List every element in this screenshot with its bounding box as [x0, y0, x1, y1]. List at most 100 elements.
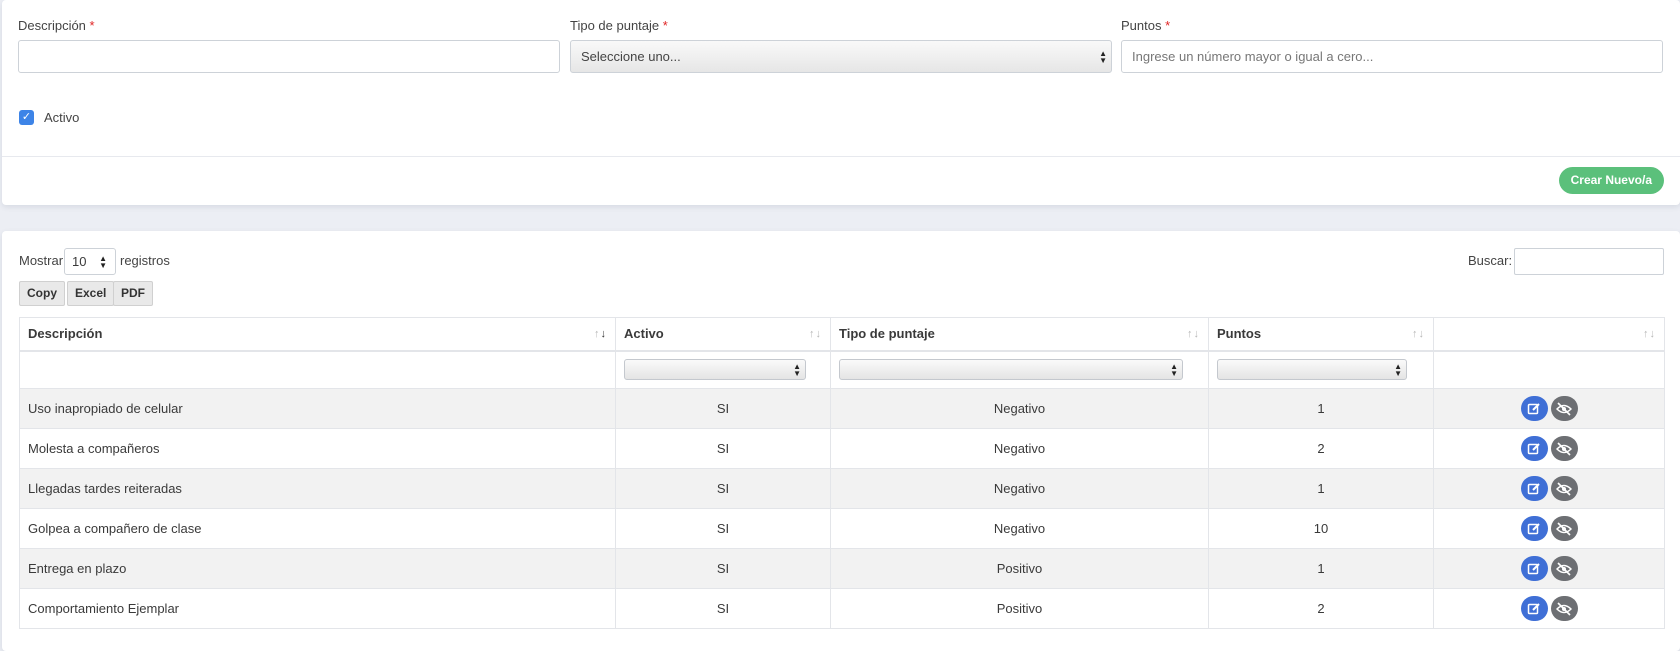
- table-card: Mostrar 10 ▲ ▼ registros Buscar: Copy Exc…: [2, 231, 1680, 651]
- select-arrows-icon: ▲ ▼: [1394, 361, 1402, 378]
- page-length-value: 10: [72, 254, 87, 269]
- hide-button[interactable]: [1550, 596, 1578, 621]
- edit-button[interactable]: [1520, 516, 1548, 541]
- required-mark: *: [1165, 18, 1171, 33]
- edit-button[interactable]: [1520, 476, 1548, 501]
- table-row: Molesta a compañeros SI Negativo 2: [19, 428, 1665, 469]
- descripcion-input[interactable]: [18, 40, 560, 73]
- filter-puntos-select[interactable]: ▲ ▼: [1217, 359, 1407, 381]
- cell-puntos: 1: [1208, 468, 1434, 509]
- tipo-puntaje-selected: Seleccione uno...: [581, 49, 681, 64]
- show-label: Mostrar: [19, 253, 64, 268]
- records-label: registros: [120, 253, 170, 268]
- column-header-actions[interactable]: ↑↓: [1433, 317, 1665, 352]
- cell-activo: SI: [615, 428, 831, 469]
- filter-cell-empty: [19, 350, 616, 389]
- column-header-tipo-puntaje[interactable]: Tipo de puntaje ↑↓: [830, 317, 1209, 352]
- excel-button[interactable]: Excel: [67, 281, 115, 306]
- puntos-input[interactable]: Ingrese un número mayor o igual a cero..…: [1121, 40, 1663, 73]
- form-divider: [2, 156, 1680, 157]
- select-arrows-icon: ▲ ▼: [793, 361, 801, 378]
- cell-actions: [1433, 588, 1665, 629]
- puntos-placeholder: Ingrese un número mayor o igual a cero..…: [1132, 49, 1374, 64]
- cell-activo: SI: [615, 548, 831, 589]
- sort-icon: ↑↓: [1643, 327, 1656, 340]
- cell-activo: SI: [615, 468, 831, 509]
- table-row: Uso inapropiado de celular SI Negativo 1: [19, 388, 1665, 429]
- cell-tipo: Positivo: [830, 588, 1209, 629]
- cell-puntos: 1: [1208, 548, 1434, 589]
- column-header-label: Puntos: [1217, 326, 1262, 342]
- hide-button[interactable]: [1550, 556, 1578, 581]
- select-arrows-icon: ▲ ▼: [1099, 48, 1107, 65]
- filter-activo-select[interactable]: ▲ ▼: [624, 359, 806, 381]
- cell-actions: [1433, 428, 1665, 469]
- select-arrows-icon: ▲ ▼: [99, 253, 107, 270]
- required-mark: *: [662, 18, 668, 33]
- column-header-label: Activo: [624, 326, 664, 342]
- pdf-button[interactable]: PDF: [113, 281, 153, 306]
- filter-cell-activo: ▲ ▼: [615, 350, 831, 389]
- cell-activo: SI: [615, 588, 831, 629]
- required-mark: *: [89, 18, 95, 33]
- cell-actions: [1433, 508, 1665, 549]
- edit-button[interactable]: [1520, 556, 1548, 581]
- edit-button[interactable]: [1520, 436, 1548, 461]
- eye-slash-icon: [1556, 601, 1572, 616]
- edit-icon: [1527, 482, 1540, 494]
- cell-tipo: Positivo: [830, 548, 1209, 589]
- eye-slash-icon: [1556, 521, 1572, 536]
- cell-descripcion: Golpea a compañero de clase: [19, 508, 616, 549]
- filter-cell-tipo: ▲ ▼: [830, 350, 1209, 389]
- column-header-label: Tipo de puntaje: [839, 326, 935, 342]
- eye-slash-icon: [1556, 561, 1572, 576]
- cell-puntos: 10: [1208, 508, 1434, 549]
- hide-button[interactable]: [1550, 516, 1578, 541]
- filter-cell-empty: [1433, 350, 1665, 389]
- cell-tipo: Negativo: [830, 388, 1209, 429]
- edit-button[interactable]: [1520, 596, 1548, 621]
- tipo-puntaje-label: Tipo de puntaje *: [570, 18, 668, 33]
- column-header-descripcion[interactable]: Descripción ↑↓: [19, 317, 616, 352]
- search-label: Buscar:: [1468, 253, 1513, 268]
- activo-label: Activo: [44, 110, 80, 125]
- copy-button[interactable]: Copy: [19, 281, 65, 306]
- filter-tipo-select[interactable]: ▲ ▼: [839, 359, 1183, 381]
- sort-icon: ↑↓: [1187, 327, 1200, 340]
- data-table: Descripción ↑↓ Activo ↑↓ Tipo de puntaje…: [19, 317, 1665, 629]
- column-header-activo[interactable]: Activo ↑↓: [615, 317, 831, 352]
- sort-icon: ↑↓: [1412, 327, 1425, 340]
- sort-desc-icon: ↑↓: [594, 327, 607, 340]
- edit-icon: [1527, 562, 1540, 574]
- cell-descripcion: Uso inapropiado de celular: [19, 388, 616, 429]
- filter-cell-puntos: ▲ ▼: [1208, 350, 1434, 389]
- activo-checkbox[interactable]: ✓: [19, 110, 34, 125]
- create-button[interactable]: Crear Nuevo/a: [1558, 167, 1664, 194]
- tipo-puntaje-select[interactable]: Seleccione uno... ▲ ▼: [570, 40, 1112, 73]
- cell-puntos: 1: [1208, 388, 1434, 429]
- cell-descripcion: Comportamiento Ejemplar: [19, 588, 616, 629]
- edit-icon: [1527, 402, 1540, 414]
- select-arrows-icon: ▲ ▼: [1170, 361, 1178, 378]
- edit-icon: [1527, 522, 1540, 534]
- page-length-select[interactable]: 10 ▲ ▼: [64, 248, 116, 275]
- cell-puntos: 2: [1208, 428, 1434, 469]
- table-row: Comportamiento Ejemplar SI Positivo 2: [19, 588, 1665, 629]
- hide-button[interactable]: [1550, 396, 1578, 421]
- cell-descripcion: Llegadas tardes reiteradas: [19, 468, 616, 509]
- sort-icon: ↑↓: [809, 327, 822, 340]
- cell-actions: [1433, 388, 1665, 429]
- hide-button[interactable]: [1550, 436, 1578, 461]
- hide-button[interactable]: [1550, 476, 1578, 501]
- cell-actions: [1433, 468, 1665, 509]
- cell-puntos: 2: [1208, 588, 1434, 629]
- puntos-label: Puntos *: [1121, 18, 1171, 33]
- edit-icon: [1527, 442, 1540, 454]
- column-header-label: Descripción: [28, 326, 103, 342]
- edit-button[interactable]: [1520, 396, 1548, 421]
- table-row: Entrega en plazo SI Positivo 1: [19, 548, 1665, 589]
- cell-actions: [1433, 548, 1665, 589]
- column-header-puntos[interactable]: Puntos ↑↓: [1208, 317, 1434, 352]
- eye-slash-icon: [1556, 481, 1572, 496]
- search-input[interactable]: [1514, 248, 1664, 275]
